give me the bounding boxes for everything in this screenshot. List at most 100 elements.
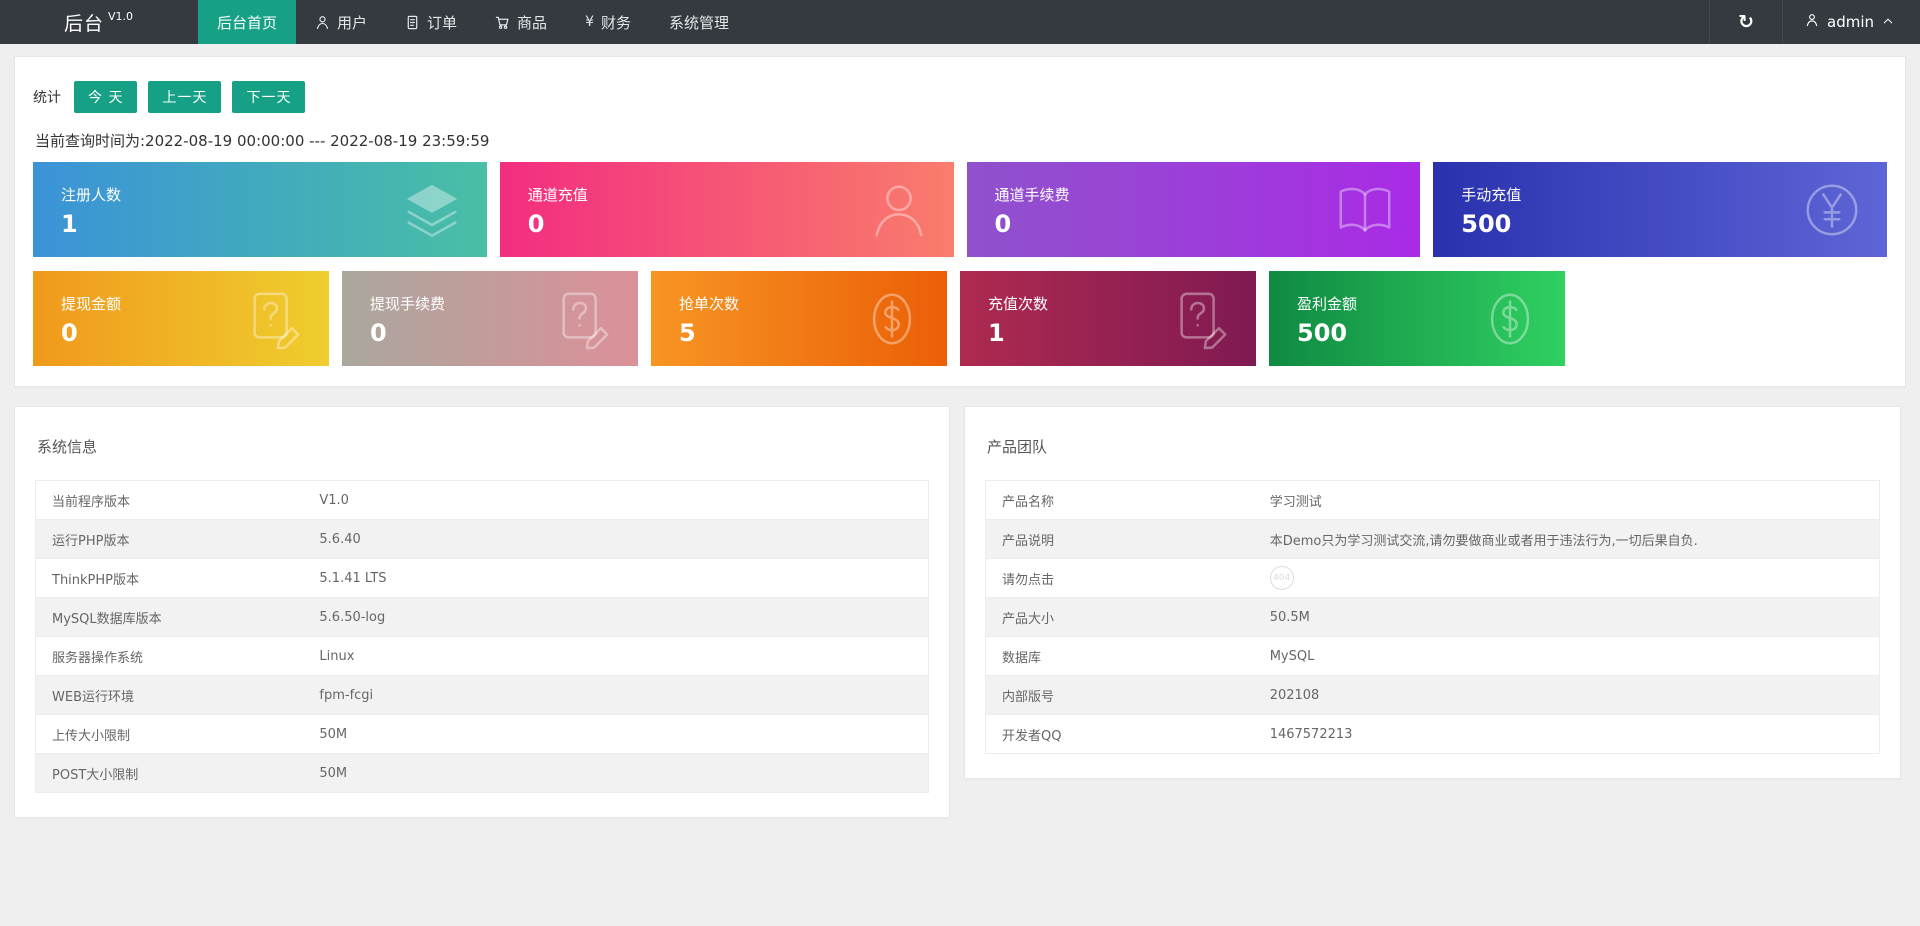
table-row: 产品名称 学习测试 — [986, 481, 1880, 520]
nav-item-home[interactable]: 后台首页 — [198, 0, 297, 44]
stat-card: 盈利金额 500 — [1269, 271, 1565, 366]
chevron-up-icon — [1882, 13, 1894, 31]
row-label: ThinkPHP版本 — [35, 558, 304, 598]
table-row: POST大小限制 50M — [35, 753, 929, 793]
row-label: 服务器操作系统 — [35, 636, 304, 676]
stat-card-value: 0 — [370, 318, 387, 347]
row-label: 内部版号 — [985, 675, 1254, 715]
stat-card-label: 抢单次数 — [679, 294, 740, 313]
row-value: MySQL — [1253, 636, 1880, 676]
stat-card-label: 提现金额 — [61, 294, 122, 313]
product-team-panel: 产品团队 产品名称 学习测试 产品说明 本Demo只为学习测试交流,请勿要做商业… — [964, 406, 1901, 779]
stat-card: 注册人数 1 — [33, 162, 487, 257]
stat-card: 提现手续费 0 — [342, 271, 638, 366]
stat-card: 通道手续费 0 — [966, 162, 1421, 257]
dollar-oval-icon — [861, 288, 923, 350]
user-menu[interactable]: admin — [1783, 0, 1920, 44]
stat-cards-row-1: 注册人数 1 通道充值 0 通道手续费 0 手动充值 500 — [33, 162, 1887, 257]
user-icon — [1805, 13, 1819, 31]
stat-card: 充值次数 1 — [960, 271, 1256, 366]
table-row: ThinkPHP版本 5.1.41 LTS — [35, 558, 929, 598]
stat-cards-row-2: 提现金额 0 提现手续费 0 抢单次数 5 充值次数 1 盈利金额 500 — [33, 271, 1887, 366]
table-row: 服务器操作系统 Linux — [35, 636, 929, 676]
stat-card: 通道充值 0 — [499, 162, 954, 257]
stat-card-label: 通道手续费 — [994, 185, 1070, 204]
row-value: 50M — [303, 714, 929, 754]
stats-buttons: 今 天 上一天 下一天 — [74, 81, 306, 113]
stat-card: 手动充值 500 — [1433, 162, 1887, 257]
navbar-right: ↻ admin — [1709, 0, 1920, 44]
row-label: MySQL数据库版本 — [35, 597, 304, 637]
layers-icon — [401, 179, 463, 241]
stat-card-label: 注册人数 — [61, 185, 122, 204]
doc-edit-icon — [552, 288, 614, 350]
yen-circle-icon — [1801, 179, 1863, 241]
row-label: WEB运行环境 — [35, 675, 304, 715]
row-label: 产品大小 — [985, 597, 1254, 637]
stats-button-prev-day[interactable]: 上一天 — [148, 81, 222, 113]
stat-card-value: 1 — [988, 318, 1005, 347]
404-badge[interactable]: 404 — [1269, 566, 1294, 590]
yen-icon: ¥ — [585, 14, 594, 30]
stat-card-value: 5 — [679, 318, 696, 347]
table-row: 产品大小 50.5M — [985, 597, 1880, 637]
row-value: 5.6.50-log — [303, 597, 929, 637]
refresh-button[interactable]: ↻ — [1709, 0, 1783, 44]
main-menu: 后台首页 用户 订单 商品 ¥ 财务 系统管理 — [198, 0, 748, 44]
nav-item-orders[interactable]: 订单 — [386, 0, 476, 44]
row-label: 产品名称 — [1002, 494, 1055, 510]
table-row: 当前程序版本 V1.0 — [36, 481, 929, 520]
stat-card-value: 500 — [1297, 318, 1348, 347]
doc-edit-icon — [243, 288, 305, 350]
row-value: 1467572213 — [1253, 714, 1880, 754]
stat-card-label: 通道充值 — [527, 185, 588, 204]
table-row: 请勿点击 404 — [985, 558, 1880, 598]
nav-item-goods[interactable]: 商品 — [476, 0, 566, 44]
dollar-oval-icon — [1479, 288, 1541, 350]
table-row: 内部版号 202108 — [985, 675, 1880, 715]
row-label: 数据库 — [985, 636, 1254, 676]
stat-card-value: 1 — [61, 209, 78, 238]
info-panels: 系统信息 当前程序版本 V1.0 运行PHP版本 5.6.40 ThinkPHP… — [14, 406, 1906, 818]
app-title: 后台 — [64, 12, 105, 35]
stat-card-label: 手动充值 — [1461, 185, 1522, 204]
nav-item-users[interactable]: 用户 — [296, 0, 386, 44]
app-brand[interactable]: 后台 V1.0 — [0, 0, 198, 44]
stats-button-today[interactable]: 今 天 — [74, 81, 138, 113]
cart-icon — [495, 15, 510, 30]
row-label: 产品说明 — [985, 519, 1254, 559]
row-value: 50.5M — [1253, 597, 1880, 637]
book-icon — [1334, 179, 1396, 241]
system-info-table: 当前程序版本 V1.0 运行PHP版本 5.6.40 ThinkPHP版本 5.… — [35, 480, 929, 793]
stat-card-label: 提现手续费 — [370, 294, 446, 313]
row-value: 5.6.40 — [303, 519, 929, 559]
nav-item-system[interactable]: 系统管理 — [650, 0, 748, 44]
doc-edit-icon — [1170, 288, 1232, 350]
stats-section-label: 统计 — [33, 90, 61, 106]
system-info-panel: 系统信息 当前程序版本 V1.0 运行PHP版本 5.6.40 ThinkPHP… — [14, 406, 950, 818]
page-content: 统计 今 天 上一天 下一天 当前查询时间为:2022-08-19 00:00:… — [0, 44, 1920, 818]
stat-card-label: 充值次数 — [988, 294, 1049, 313]
stat-card-label: 盈利金额 — [1297, 294, 1358, 313]
table-row: WEB运行环境 fpm-fcgi — [35, 675, 929, 715]
row-label: 上传大小限制 — [35, 714, 304, 754]
row-value: 5.1.41 LTS — [303, 558, 929, 598]
row-value: 学习测试 — [1269, 494, 1322, 510]
app-version: V1.0 — [108, 9, 134, 23]
refresh-icon: ↻ — [1738, 10, 1754, 33]
order-icon — [405, 15, 420, 30]
product-team-table: 产品名称 学习测试 产品说明 本Demo只为学习测试交流,请勿要做商业或者用于违… — [985, 480, 1880, 754]
row-label: POST大小限制 — [35, 753, 304, 793]
row-value: 202108 — [1253, 675, 1880, 715]
system-info-title: 系统信息 — [37, 438, 98, 456]
username-label: admin — [1827, 13, 1874, 31]
stat-card-value: 500 — [1461, 209, 1512, 238]
row-label: 开发者QQ — [985, 714, 1254, 754]
row-label: 请勿点击 — [985, 558, 1254, 598]
stats-button-next-day[interactable]: 下一天 — [232, 81, 306, 113]
navbar: 后台 V1.0 后台首页 用户 订单 商品 ¥ 财务 系统管理 ↻ admin — [0, 0, 1920, 44]
stat-card-value: 0 — [994, 209, 1012, 238]
nav-item-finance[interactable]: ¥ 财务 — [566, 0, 650, 44]
row-value: fpm-fcgi — [303, 675, 929, 715]
table-row: MySQL数据库版本 5.6.50-log — [35, 597, 929, 637]
